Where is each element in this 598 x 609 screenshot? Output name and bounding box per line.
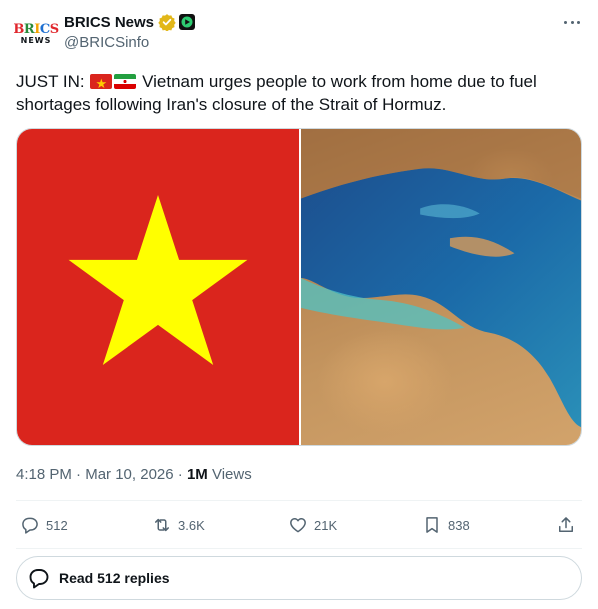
avatar-logo-subtext: NEWS xyxy=(20,36,52,45)
account-handle[interactable]: @BRICSinfo xyxy=(64,34,195,51)
display-name[interactable]: BRICS News xyxy=(64,14,154,31)
strait-of-hormuz-satellite-image[interactable] xyxy=(301,129,581,445)
chat-bubble-icon xyxy=(29,569,49,589)
tweet-prefix: JUST IN: xyxy=(16,72,90,91)
meta-sep-1: · xyxy=(76,466,86,483)
share-icon xyxy=(559,517,573,532)
reply-count: 512 xyxy=(46,517,68,533)
verified-badge-icon xyxy=(158,14,176,31)
share-button[interactable] xyxy=(556,510,576,540)
vietnam-flag-icon xyxy=(90,74,113,89)
views-count: 1M xyxy=(186,466,208,483)
tweet-media[interactable] xyxy=(16,128,582,446)
like-count: 21K xyxy=(314,517,338,533)
more-options-icon[interactable] xyxy=(562,12,582,32)
tweet-header: BRICS NEWS BRICS News @BRICSinfo xyxy=(13,10,582,54)
repost-icon xyxy=(155,518,169,532)
sea-shape xyxy=(301,129,581,428)
author-names: BRICS News @BRICSinfo xyxy=(64,12,196,51)
repost-button[interactable]: 3.6K xyxy=(152,510,205,540)
reply-button[interactable]: 512 xyxy=(20,510,68,540)
bookmark-count: 838 xyxy=(448,517,470,533)
heart-icon xyxy=(290,518,306,533)
bookmark-button[interactable]: 838 xyxy=(422,510,470,540)
reply-icon xyxy=(22,517,38,534)
views-label: Views xyxy=(211,466,252,483)
flag-star-icon xyxy=(68,195,248,365)
repost-count: 3.6K xyxy=(178,517,205,533)
tweet-date[interactable]: Mar 10, 2026 xyxy=(85,466,173,483)
read-replies-label: Read 512 replies xyxy=(59,570,170,586)
tweet-text: JUST IN: Vietnam urges people to work fr… xyxy=(16,70,582,116)
divider-top xyxy=(16,500,582,501)
avatar[interactable]: BRICS NEWS xyxy=(13,14,59,54)
avatar-logo-text: BRICS xyxy=(13,22,59,37)
read-replies-button[interactable]: Read 512 replies xyxy=(16,556,582,600)
affiliation-icon[interactable] xyxy=(179,14,196,30)
meta-sep-2: · xyxy=(177,466,187,483)
divider-bottom xyxy=(16,548,582,549)
iran-flag-icon xyxy=(114,74,137,89)
vietnam-flag-image[interactable] xyxy=(17,129,299,445)
bookmark-icon xyxy=(426,517,438,533)
tweet-time[interactable]: 4:18 PM xyxy=(16,466,72,483)
like-button[interactable]: 21K xyxy=(288,510,337,540)
action-bar: 512 3.6K 21K 838 xyxy=(16,510,582,540)
tweet-meta: 4:18 PM · Mar 10, 2026 · 1M Views xyxy=(16,466,252,483)
